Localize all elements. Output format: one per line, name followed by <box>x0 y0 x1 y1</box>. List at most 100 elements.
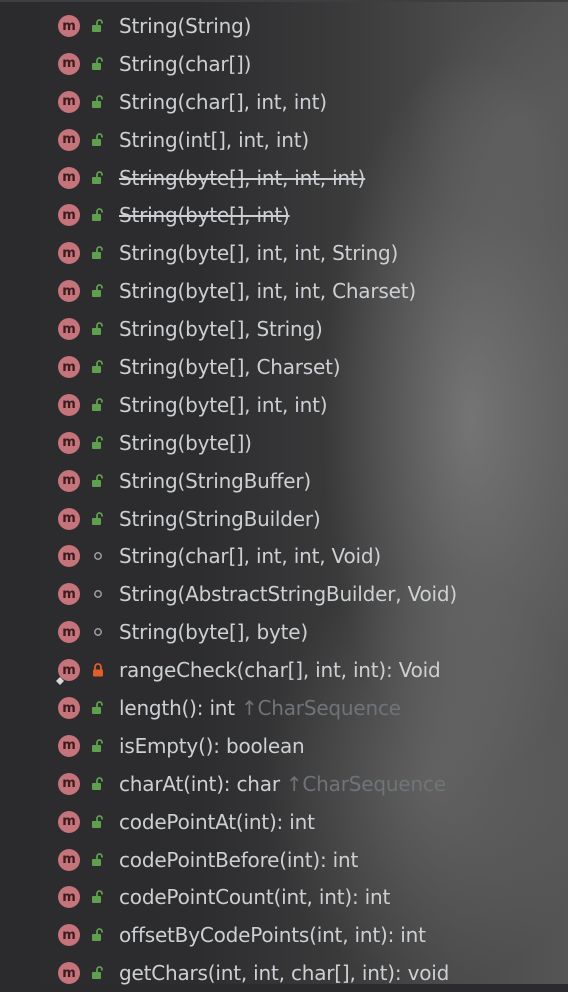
method-signature: String(AbstractStringBuilder, Void) <box>119 582 457 606</box>
package-private-icon <box>91 587 105 601</box>
method-signature-text: String(byte[], int, int) <box>119 392 328 417</box>
super-method-hint: ↑CharSequence <box>286 772 446 796</box>
method-signature: length(): int ↑CharSequence <box>119 696 401 720</box>
method-icon: m <box>58 697 80 720</box>
method-icon: m <box>58 242 80 265</box>
public-unlock-icon <box>91 473 105 488</box>
method-row[interactable]: m String(int[], int, int) <box>0 121 568 159</box>
method-signature-text: String(byte[], int, int, String) <box>119 241 399 266</box>
method-signature-text: String(byte[], Charset) <box>119 355 341 380</box>
method-row[interactable]: m String(byte[], int) <box>0 196 568 234</box>
method-icon: m <box>58 318 80 341</box>
public-unlock-icon <box>91 890 105 904</box>
method-row[interactable]: m codePointAt(int): int <box>0 803 568 841</box>
method-signature-text: offsetByCodePoints(int, int): int <box>119 923 426 948</box>
method-row[interactable]: m String(byte[], int, int) <box>0 386 568 424</box>
method-row[interactable]: m String(StringBuffer) <box>0 462 568 500</box>
override-marker-icon <box>55 671 65 686</box>
method-row[interactable]: m isEmpty(): boolean <box>0 727 568 765</box>
method-signature: codePointBefore(int): int <box>119 848 358 872</box>
public-unlock-icon <box>91 170 105 185</box>
public-unlock-icon <box>91 435 105 450</box>
method-row[interactable]: m String(char[], int, int) <box>0 83 568 121</box>
method-signature: String(byte[], String) <box>119 317 323 341</box>
method-icon: m <box>58 166 80 189</box>
method-signature-text: String(byte[]) <box>119 430 252 455</box>
method-icon: m <box>58 772 80 795</box>
method-row[interactable]: m String(byte[]) <box>0 424 568 462</box>
method-row[interactable]: m String(AbstractStringBuilder, Void) <box>0 575 568 613</box>
public-unlock-icon <box>91 284 105 298</box>
method-signature: String(byte[], int, int) <box>119 392 328 417</box>
method-signature-text: String(byte[], int) <box>119 203 290 228</box>
overrides-arrow-icon: ↑ <box>285 771 303 796</box>
method-icon: m <box>58 280 80 303</box>
method-signature: String(int[], int, int) <box>119 128 309 152</box>
method-icon: m <box>58 621 80 644</box>
method-row[interactable]: m String(String) <box>0 7 568 45</box>
method-signature-text: isEmpty(): boolean <box>119 733 305 758</box>
method-row[interactable]: m codePointBefore(int): int <box>0 841 568 879</box>
method-icon: m <box>58 810 80 833</box>
method-row[interactable]: m String(byte[], int, int, String) <box>0 234 568 272</box>
method-signature-text: getChars(int, int, char[], int): void <box>119 961 450 986</box>
method-row[interactable]: m String(byte[], int, int, int) <box>0 159 568 197</box>
method-row[interactable]: m String(char[], int, int, Void) <box>0 537 568 575</box>
public-unlock-icon <box>91 94 105 109</box>
method-signature-text: String(byte[], byte) <box>119 620 308 645</box>
public-unlock-icon <box>91 246 105 260</box>
method-row[interactable]: m String(byte[], Charset) <box>0 348 568 386</box>
method-row[interactable]: m String(byte[], byte) <box>0 613 568 651</box>
public-unlock-icon <box>91 57 105 71</box>
public-unlock-icon <box>91 701 105 715</box>
method-row[interactable]: m codePointCount(int, int): int <box>0 878 568 916</box>
super-method-hint-text: CharSequence <box>302 771 446 796</box>
public-unlock-icon <box>91 132 105 147</box>
method-signature: String(String) <box>119 14 251 38</box>
method-icon: m <box>58 393 80 416</box>
method-icon: m <box>58 507 80 530</box>
package-private-icon <box>91 549 105 563</box>
method-signature: String(byte[], int) <box>119 203 290 227</box>
method-row[interactable]: m offsetByCodePoints(int, int): int <box>0 916 568 954</box>
method-signature: String(char[], int, int, Void) <box>119 544 381 568</box>
method-signature-text: rangeCheck(char[], int, int): Void <box>119 658 441 683</box>
method-icon: m <box>58 128 80 151</box>
method-signature: codePointAt(int): int <box>119 810 315 834</box>
method-signature: String(byte[], byte) <box>119 620 308 644</box>
public-unlock-icon <box>91 322 105 336</box>
super-method-hint-text: CharSequence <box>257 696 402 721</box>
method-signature-text: codePointCount(int, int): int <box>119 885 391 910</box>
method-row[interactable]: m rangeCheck(char[], int, int): Void <box>0 651 568 689</box>
method-row[interactable]: m String(byte[], String) <box>0 310 568 348</box>
method-row[interactable]: m String(StringBuilder) <box>0 500 568 538</box>
method-row[interactable]: m charAt(int): char ↑CharSequence <box>0 765 568 803</box>
method-signature-text: String(byte[], int, int, int) <box>119 165 366 190</box>
method-icon: m <box>58 469 80 492</box>
public-unlock-icon <box>91 966 105 980</box>
method-signature-text: codePointAt(int): int <box>119 809 315 834</box>
method-signature: String(char[], int, int) <box>119 90 327 114</box>
method-signature: String(byte[], int, int, String) <box>119 241 398 265</box>
method-icon: m <box>58 886 80 909</box>
public-unlock-icon <box>91 19 105 33</box>
method-signature-text: String(AbstractStringBuilder, Void) <box>119 582 458 607</box>
package-private-icon <box>91 625 105 639</box>
method-signature-text: codePointBefore(int): int <box>119 847 359 872</box>
public-unlock-icon <box>91 208 105 222</box>
method-signature: charAt(int): char ↑CharSequence <box>119 772 446 796</box>
method-signature: offsetByCodePoints(int, int): int <box>119 923 426 947</box>
overrides-arrow-icon: ↑ <box>240 696 258 721</box>
method-icon: m <box>58 356 80 379</box>
method-row[interactable]: m String(byte[], int, int, Charset) <box>0 272 568 310</box>
method-row[interactable]: m length(): int ↑CharSequence <box>0 689 568 727</box>
method-row[interactable]: m String(char[]) <box>0 45 568 83</box>
method-signature: String(StringBuffer) <box>119 469 311 493</box>
method-icon: m <box>58 962 80 985</box>
method-signature-text: charAt(int): char <box>119 771 280 796</box>
method-signature: codePointCount(int, int): int <box>119 885 390 909</box>
public-unlock-icon <box>91 852 105 867</box>
method-icon: m <box>58 90 80 113</box>
method-icon: m <box>58 545 80 568</box>
method-row[interactable]: m getChars(int, int, char[], int): void <box>0 954 568 992</box>
